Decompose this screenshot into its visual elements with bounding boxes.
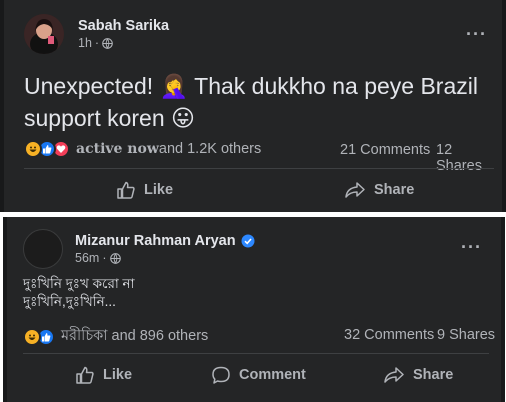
post-card: Mizanur Rahman Aryan 56m · ··· দুঃখিনি দ…	[3, 217, 505, 402]
comment-button[interactable]: Comment	[211, 365, 306, 385]
share-icon	[345, 182, 365, 198]
post-timestamp[interactable]: 56m	[75, 251, 99, 265]
post-text: দুঃখিনি দুঃখ করো না দুঃখিনি,দুঃখিনি...	[23, 275, 135, 311]
post-header: Mizanur Rahman Aryan 56m ·	[23, 229, 255, 269]
haha-reaction-icon	[23, 328, 41, 346]
share-button[interactable]: Share	[383, 365, 453, 385]
more-options-icon[interactable]: ···	[461, 237, 482, 258]
separator-dot: ·	[102, 251, 107, 265]
like-icon	[117, 181, 135, 199]
post-card: Sabah Sarika 1h · ··· Unexpected! 🤦‍♀️ T…	[0, 0, 506, 212]
comments-count[interactable]: 21 Comments	[340, 142, 430, 158]
post-timestamp[interactable]: 1h	[78, 36, 92, 50]
divider	[23, 353, 489, 354]
author-name[interactable]: Mizanur Rahman Aryan	[75, 233, 236, 249]
like-button[interactable]: Like	[116, 180, 173, 200]
share-label: Share	[374, 182, 415, 198]
post-text-line: দুঃখিনি দুঃখ করো না	[23, 276, 135, 291]
post-text-line: দুঃখিনি,দুঃখিনি...	[23, 294, 116, 309]
verified-badge-icon	[241, 234, 255, 248]
post-header: Sabah Sarika 1h ·	[24, 14, 169, 54]
like-label: Like	[144, 182, 174, 198]
reaction-lead-name: active now	[76, 141, 159, 157]
author-name[interactable]: Sabah Sarika	[78, 18, 169, 34]
reaction-summary[interactable]: active now and 1.2K others	[24, 140, 261, 158]
share-button[interactable]: Share	[344, 180, 414, 200]
globe-icon	[109, 252, 121, 264]
author-avatar[interactable]	[24, 14, 64, 54]
post-text: Unexpected! 🤦‍♀️ Thak dukkho na peye Bra…	[24, 73, 478, 131]
shares-count[interactable]: 9 Shares	[437, 327, 495, 343]
more-options-icon[interactable]: ···	[466, 24, 487, 45]
share-label: Share	[413, 367, 454, 383]
haha-reaction-icon	[24, 140, 42, 158]
avatar-image	[24, 14, 64, 54]
shares-count[interactable]: 12 Shares	[436, 142, 502, 174]
reaction-names: মরীচিকা and 896 others	[61, 328, 209, 344]
like-label: Like	[103, 367, 133, 383]
comment-icon	[212, 366, 230, 384]
separator-dot: ·	[94, 36, 100, 50]
like-icon	[76, 366, 94, 384]
comment-label: Comment	[239, 367, 306, 383]
divider	[24, 168, 494, 169]
comments-count[interactable]: 32 Comments	[344, 327, 434, 343]
share-icon	[384, 367, 404, 383]
reaction-others-count: and 1.2K others	[158, 141, 262, 157]
globe-icon	[102, 37, 113, 49]
like-button[interactable]: Like	[75, 365, 132, 385]
reaction-summary[interactable]: মরীচিকা and 896 others	[23, 325, 208, 349]
author-avatar[interactable]	[23, 229, 63, 269]
